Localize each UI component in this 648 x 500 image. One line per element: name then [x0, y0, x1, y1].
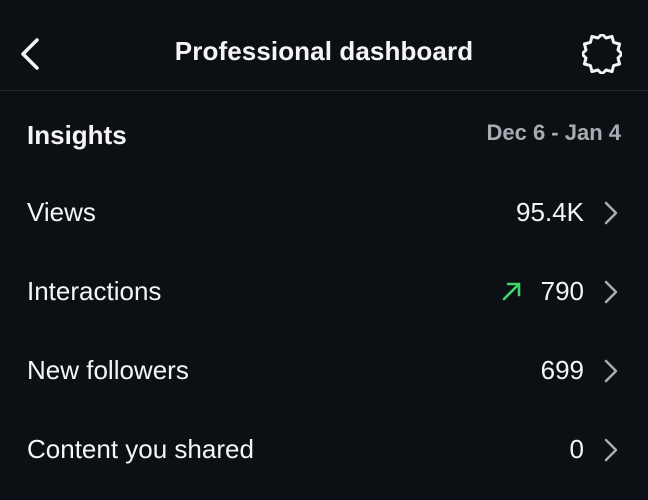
row-label: Content you shared: [27, 434, 254, 464]
new-followers-row[interactable]: New followers 699: [0, 331, 648, 410]
insights-title: Insights: [27, 120, 127, 150]
trend-up-arrow-icon: [502, 282, 521, 301]
row-label: Views: [27, 197, 96, 227]
insights-header: Insights Dec 6 - Jan 4: [0, 108, 648, 158]
page-title: Professional dashboard: [174, 36, 474, 66]
row-value: 0: [569, 434, 584, 464]
row-value: 790: [540, 276, 584, 306]
date-range[interactable]: Dec 6 - Jan 4: [486, 120, 621, 146]
header-bar: Professional dashboard: [0, 0, 648, 91]
chevron-right-icon: [604, 280, 618, 304]
views-row[interactable]: Views 95.4K: [0, 173, 648, 252]
chevron-left-icon: [21, 38, 39, 70]
content-you-shared-row[interactable]: Content you shared 0: [0, 410, 648, 489]
row-label: New followers: [27, 355, 189, 385]
chevron-right-icon: [604, 438, 618, 462]
interactions-row[interactable]: Interactions 790: [0, 252, 648, 331]
chevron-right-icon: [604, 359, 618, 383]
professional-dashboard-screen: Professional dashboard Insights Dec 6 - …: [0, 0, 648, 500]
back-button[interactable]: [10, 32, 50, 76]
row-value: 95.4K: [516, 197, 584, 227]
gear-icon: [582, 34, 622, 74]
chevron-right-icon: [604, 201, 618, 225]
row-value: 699: [540, 355, 584, 385]
settings-button[interactable]: [578, 32, 626, 76]
row-label: Interactions: [27, 276, 162, 306]
